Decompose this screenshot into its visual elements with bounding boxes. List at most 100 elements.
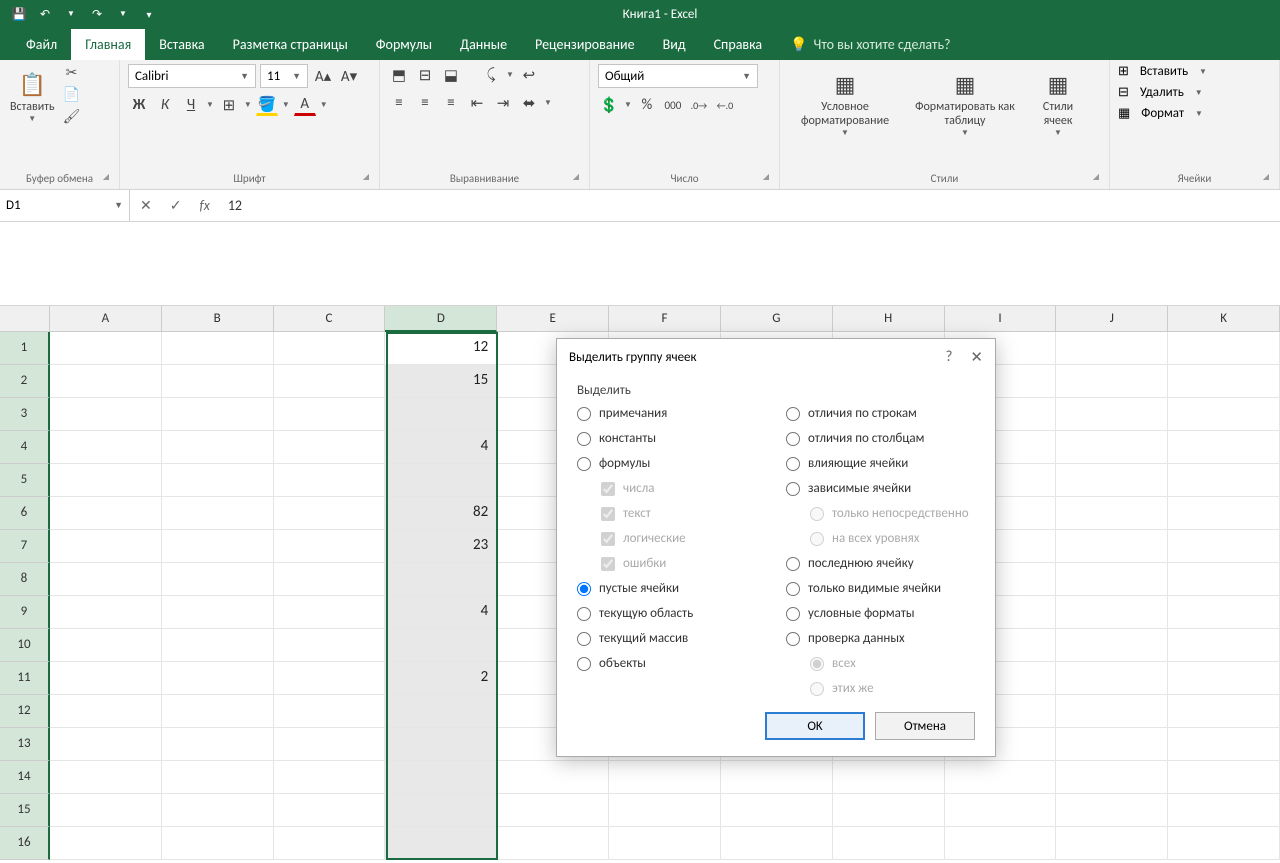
- cell-D12[interactable]: [385, 695, 497, 728]
- dialog-close-button[interactable]: ✕: [970, 348, 983, 367]
- option-dep[interactable]: зависимые ячейки: [786, 481, 975, 496]
- ok-button[interactable]: OK: [765, 712, 865, 740]
- cell-B10[interactable]: [162, 629, 274, 662]
- cell-C9[interactable]: [274, 596, 386, 629]
- row-header-3[interactable]: 3: [0, 398, 50, 431]
- cell-B2[interactable]: [162, 365, 274, 398]
- cell-J2[interactable]: [1056, 365, 1168, 398]
- cell-B11[interactable]: [162, 662, 274, 695]
- row-header-13[interactable]: 13: [0, 728, 50, 761]
- cell-D9[interactable]: 4: [385, 596, 497, 629]
- cell-D6[interactable]: 82: [385, 497, 497, 530]
- name-box[interactable]: D1▼: [0, 190, 130, 221]
- row-header-15[interactable]: 15: [0, 794, 50, 827]
- option-coldiff[interactable]: отличия по столбцам: [786, 431, 975, 446]
- cell-D5[interactable]: [385, 464, 497, 497]
- cell-G15[interactable]: [721, 794, 833, 827]
- row-header-14[interactable]: 14: [0, 761, 50, 794]
- cell-B15[interactable]: [162, 794, 274, 827]
- cell-D2[interactable]: 15: [385, 365, 497, 398]
- cell-B6[interactable]: [162, 497, 274, 530]
- tab-page-layout[interactable]: Разметка страницы: [219, 29, 362, 60]
- redo-dropdown[interactable]: ▼: [112, 3, 134, 25]
- cell-J4[interactable]: [1056, 431, 1168, 464]
- cell-A9[interactable]: [50, 596, 162, 629]
- cell-A10[interactable]: [50, 629, 162, 662]
- tab-view[interactable]: Вид: [649, 29, 700, 60]
- row-header-10[interactable]: 10: [0, 629, 50, 662]
- cell-J6[interactable]: [1056, 497, 1168, 530]
- row-header-8[interactable]: 8: [0, 563, 50, 596]
- delete-cells-button[interactable]: Удалить: [1140, 85, 1184, 100]
- cell-C13[interactable]: [274, 728, 386, 761]
- cell-I16[interactable]: [945, 827, 1057, 860]
- column-header-J[interactable]: J: [1056, 306, 1168, 332]
- cancel-button[interactable]: Отмена: [875, 712, 975, 740]
- cell-C3[interactable]: [274, 398, 386, 431]
- cell-J9[interactable]: [1056, 596, 1168, 629]
- cell-B14[interactable]: [162, 761, 274, 794]
- currency-icon[interactable]: 💲: [598, 94, 620, 116]
- cell-G16[interactable]: [721, 827, 833, 860]
- increase-font-icon[interactable]: A▴: [312, 65, 334, 87]
- bold-button[interactable]: Ж: [128, 94, 150, 116]
- option-visible[interactable]: только видимые ячейки: [786, 581, 975, 596]
- option-notes[interactable]: примечания: [577, 406, 766, 421]
- format-as-table-button[interactable]: ▦ Форматировать как таблицу ▼: [908, 64, 1022, 142]
- row-header-7[interactable]: 7: [0, 530, 50, 563]
- cell-C14[interactable]: [274, 761, 386, 794]
- cell-A16[interactable]: [50, 827, 162, 860]
- cell-C10[interactable]: [274, 629, 386, 662]
- option-last[interactable]: последнюю ячейку: [786, 556, 975, 571]
- format-painter-icon[interactable]: 🖌: [63, 108, 81, 126]
- cell-G14[interactable]: [721, 761, 833, 794]
- cell-K4[interactable]: [1168, 431, 1280, 464]
- cell-A12[interactable]: [50, 695, 162, 728]
- cell-D3[interactable]: [385, 398, 497, 431]
- row-header-2[interactable]: 2: [0, 365, 50, 398]
- cell-A1[interactable]: [50, 332, 162, 365]
- cell-H15[interactable]: [833, 794, 945, 827]
- column-header-K[interactable]: K: [1168, 306, 1280, 332]
- row-header-4[interactable]: 4: [0, 431, 50, 464]
- cell-C7[interactable]: [274, 530, 386, 563]
- cell-B16[interactable]: [162, 827, 274, 860]
- wrap-text-icon[interactable]: ↩: [518, 64, 540, 86]
- cell-E15[interactable]: [497, 794, 609, 827]
- cell-D13[interactable]: [385, 728, 497, 761]
- italic-button[interactable]: К: [154, 94, 176, 116]
- cell-I15[interactable]: [945, 794, 1057, 827]
- fill-color-icon[interactable]: 🪣: [256, 94, 278, 116]
- option-region[interactable]: текущую область: [577, 606, 766, 621]
- align-left-icon[interactable]: ≡: [388, 92, 410, 114]
- cell-B4[interactable]: [162, 431, 274, 464]
- font-name-combo[interactable]: Calibri▼: [128, 64, 256, 88]
- cell-E16[interactable]: [497, 827, 609, 860]
- paste-button[interactable]: 📋 Вставить ▼: [8, 64, 57, 128]
- row-header-12[interactable]: 12: [0, 695, 50, 728]
- comma-style-icon[interactable]: 000: [662, 94, 684, 116]
- column-header-I[interactable]: I: [945, 306, 1057, 332]
- cell-J3[interactable]: [1056, 398, 1168, 431]
- row-header-6[interactable]: 6: [0, 497, 50, 530]
- cell-J7[interactable]: [1056, 530, 1168, 563]
- option-cf[interactable]: условные форматы: [786, 606, 975, 621]
- decrease-indent-icon[interactable]: ⇤: [466, 92, 488, 114]
- column-header-B[interactable]: B: [162, 306, 274, 332]
- cell-K5[interactable]: [1168, 464, 1280, 497]
- cell-K2[interactable]: [1168, 365, 1280, 398]
- conditional-formatting-button[interactable]: ▦ Условное форматирование ▼: [788, 64, 902, 142]
- align-center-icon[interactable]: ≡: [414, 92, 436, 114]
- borders-icon[interactable]: ⊞: [218, 94, 240, 116]
- cell-I14[interactable]: [945, 761, 1057, 794]
- cell-K3[interactable]: [1168, 398, 1280, 431]
- cell-F14[interactable]: [609, 761, 721, 794]
- option-const[interactable]: константы: [577, 431, 766, 446]
- cell-C16[interactable]: [274, 827, 386, 860]
- cell-D11[interactable]: 2: [385, 662, 497, 695]
- cell-K9[interactable]: [1168, 596, 1280, 629]
- cell-A7[interactable]: [50, 530, 162, 563]
- tab-home[interactable]: Главная: [71, 29, 145, 60]
- tab-review[interactable]: Рецензирование: [521, 29, 649, 60]
- cell-A4[interactable]: [50, 431, 162, 464]
